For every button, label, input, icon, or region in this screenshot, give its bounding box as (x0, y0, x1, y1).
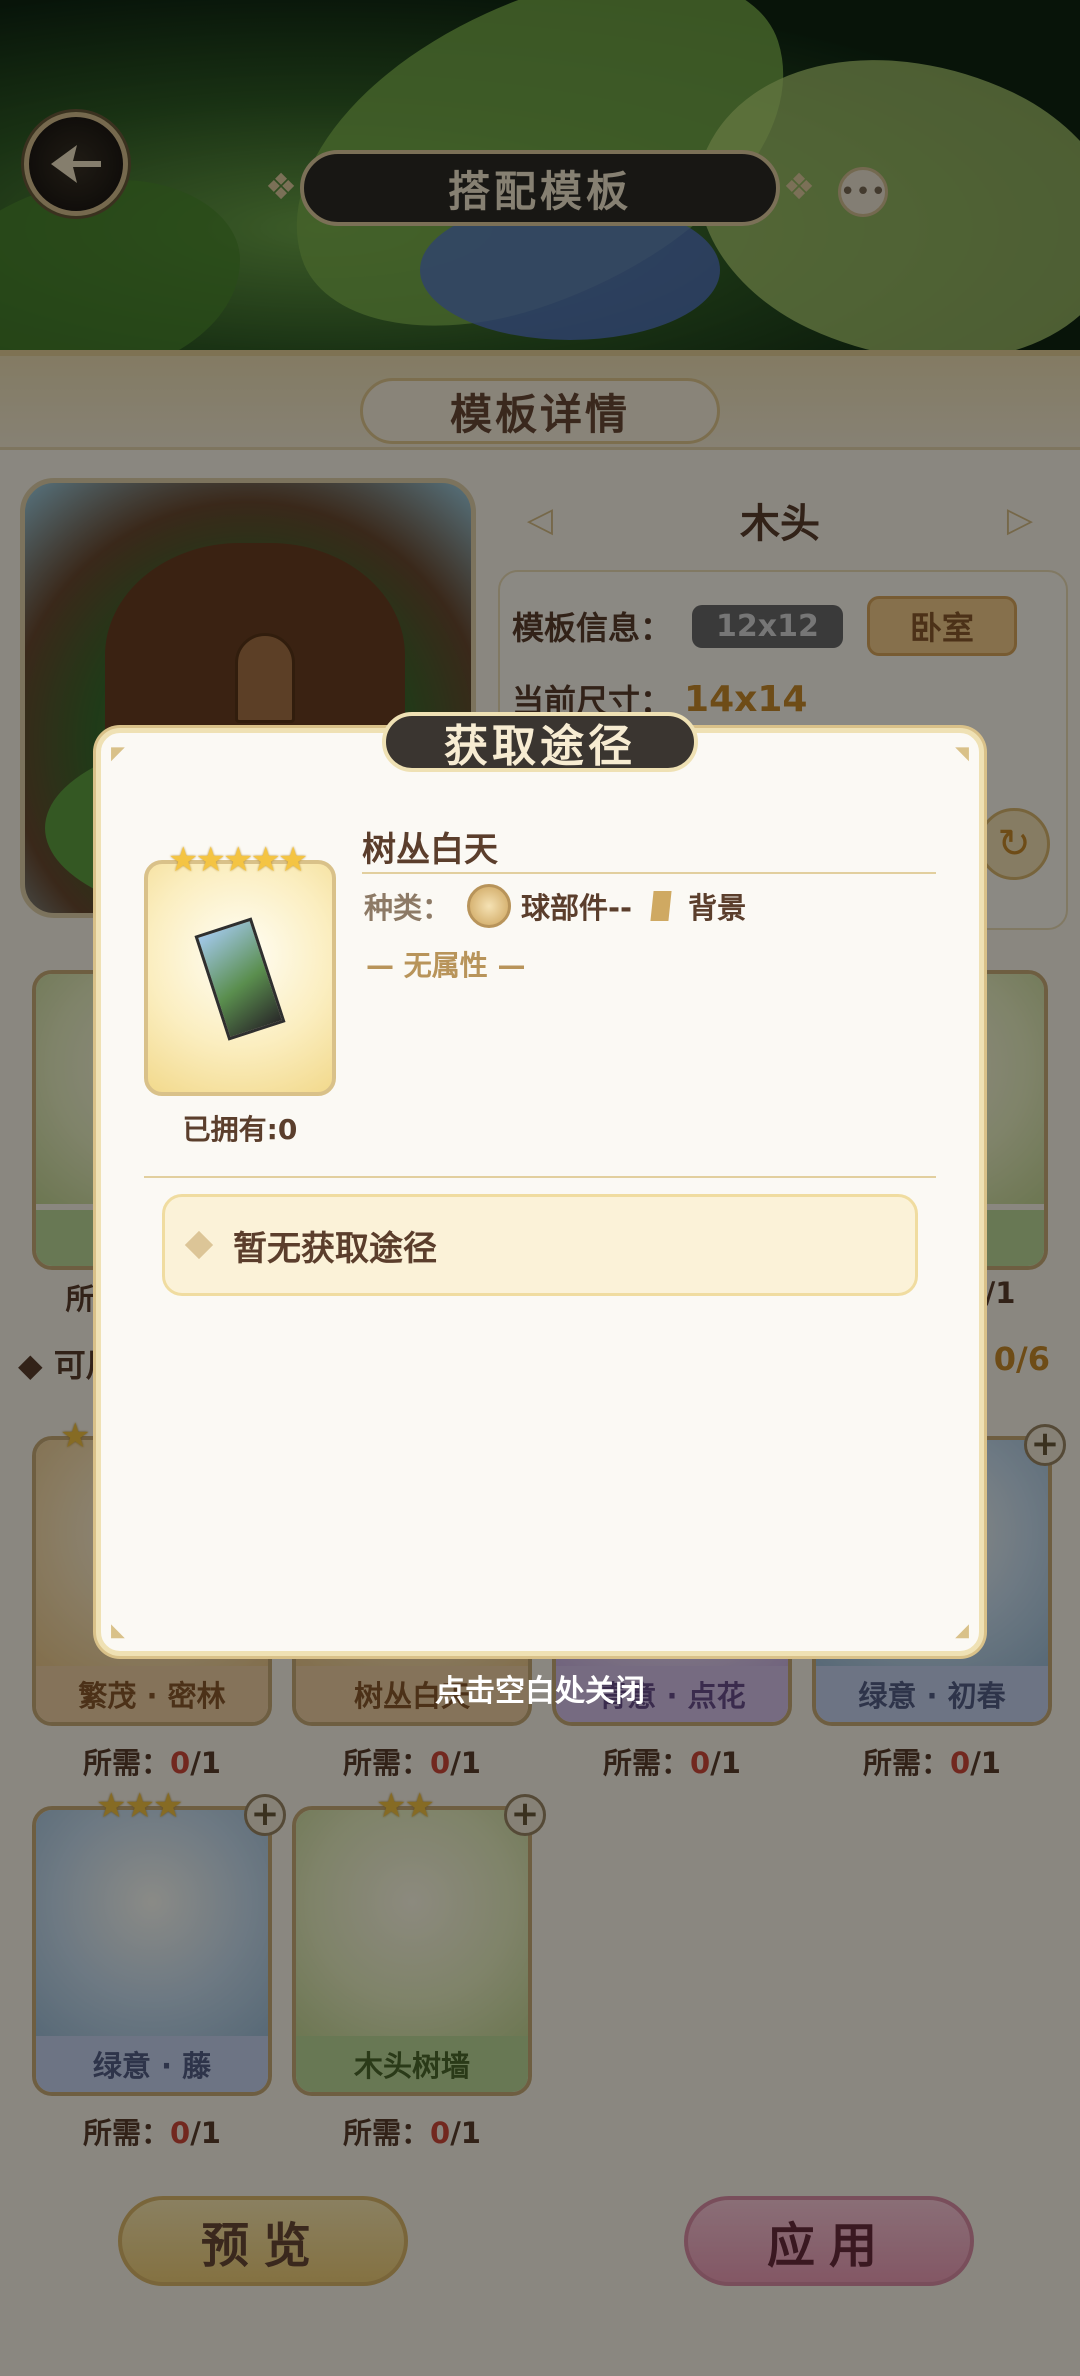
background-icon (650, 891, 672, 921)
type-sub: 背景 (688, 891, 747, 925)
type-value: 球部件-- (521, 891, 633, 925)
no-acquire-way-box: 暂无获取途径 (162, 1194, 918, 1296)
corner-ornament-icon: ◢ (955, 1620, 969, 1641)
no-acquire-way-text: 暂无获取途径 (233, 1228, 437, 1269)
type-label: 种类： (364, 891, 452, 925)
dialog-divider (144, 1176, 936, 1178)
corner-ornament-icon: ◤ (111, 743, 125, 764)
item-type-row: 种类： 球部件-- 背景 (364, 884, 746, 928)
background-item-image (194, 917, 286, 1041)
corner-ornament-icon: ◥ (955, 743, 969, 764)
diamond-icon (184, 1230, 214, 1260)
owned-count: 已拥有:0 (182, 1113, 298, 1146)
item-star-rating: ★★★★★ (168, 840, 308, 880)
sphere-part-icon (467, 884, 512, 928)
corner-ornament-icon: ◣ (111, 1620, 125, 1641)
item-name: 树丛白天 (362, 822, 936, 874)
close-hint: 点击空白处关闭 (435, 1674, 645, 1709)
attribute-label: — 无属性 — (366, 949, 526, 982)
dialog-title: 获取途径 (382, 712, 698, 772)
item-thumbnail (144, 860, 336, 1096)
